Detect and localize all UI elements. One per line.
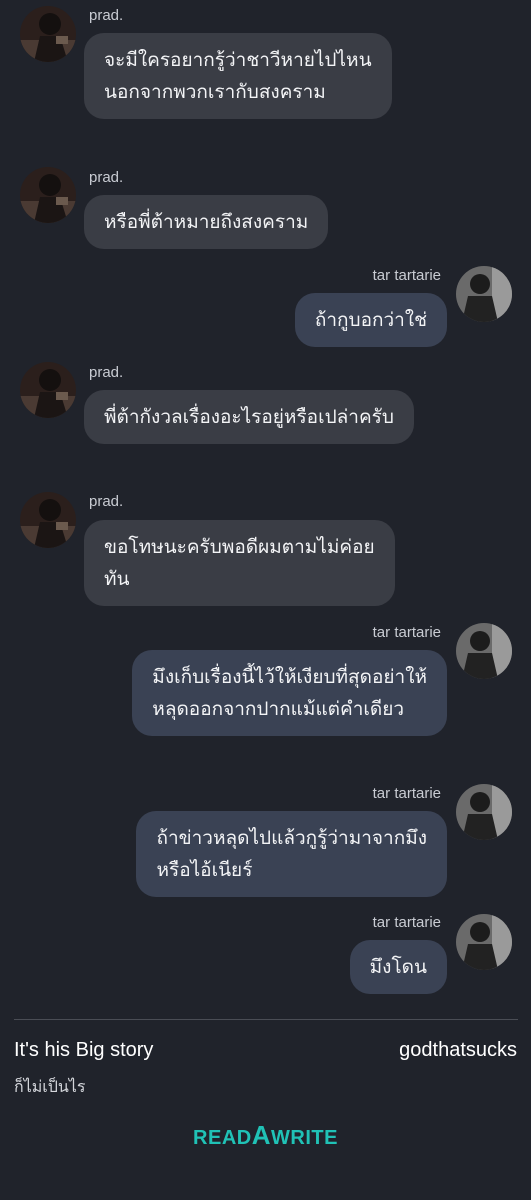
- message-bubble-incoming[interactable]: พี่ต้ากังวลเรื่องอะไรอยู่หรือเปล่าครับ: [84, 390, 414, 444]
- logo-text-write: WRITE: [271, 1127, 338, 1149]
- message-line: นอกจากพวกเรากับสงคราม: [104, 81, 326, 103]
- sender-name: prad.: [89, 364, 124, 381]
- message-line: ทัน: [104, 568, 130, 590]
- avatar-prad[interactable]: [20, 492, 76, 548]
- avatar-tar-tartarie[interactable]: [456, 266, 512, 322]
- avatar-prad[interactable]: [20, 167, 76, 223]
- readawrite-logo[interactable]: READAWRITE: [0, 1120, 531, 1151]
- logo-text-a: A: [251, 1120, 271, 1150]
- sender-name: prad.: [89, 169, 124, 186]
- message-line: หรือพี่ต้าหมายถึงสงคราม: [104, 211, 309, 233]
- logo-text-read: READ: [193, 1127, 252, 1149]
- message-line: ขอโทษนะครับพอดีผมตามไม่ค่อย: [104, 536, 375, 558]
- sender-name: tar tartarie: [372, 267, 441, 284]
- chapter-subtitle: ก็ไม่เป็นไร: [14, 1077, 86, 1096]
- message-line: จะมีใครอยากรู้ว่าชาวีหายไปไหน: [104, 49, 372, 71]
- message-bubble-outgoing[interactable]: มึงเก็บเรื่องนี้ไว้ให้เงียบที่สุดอย่าให้…: [132, 650, 447, 736]
- footer-divider: [14, 1019, 518, 1020]
- sender-name: prad.: [89, 493, 124, 510]
- sender-name: tar tartarie: [372, 624, 441, 641]
- message-line: ถ้าข่าวหลุดไปแล้วกูรู้ว่ามาจากมึง: [156, 827, 427, 849]
- message-line: หลุดออกจากปากแม้แต่คำเดียว: [152, 698, 405, 720]
- avatar-tar-tartarie[interactable]: [456, 784, 512, 840]
- chat-thread: prad. จะมีใครอยากรู้ว่าชาวีหายไปไหน นอกจ…: [0, 0, 531, 1010]
- avatar-prad[interactable]: [20, 6, 76, 62]
- message-bubble-outgoing[interactable]: มึงโดน: [349, 940, 447, 994]
- sender-name: tar tartarie: [372, 785, 441, 802]
- sender-name: prad.: [89, 7, 124, 24]
- message-line: มึงเก็บเรื่องนี้ไว้ให้เงียบที่สุดอย่าให้: [152, 666, 427, 688]
- message-bubble-incoming[interactable]: จะมีใครอยากรู้ว่าชาวีหายไปไหน นอกจากพวกเ…: [84, 33, 392, 119]
- message-line: หรือไอ้เนียร์: [156, 859, 253, 881]
- story-title-link[interactable]: It's his Big story: [14, 1039, 153, 1062]
- avatar-tar-tartarie[interactable]: [456, 623, 512, 679]
- message-bubble-outgoing[interactable]: ถ้ากูบอกว่าใช่: [294, 293, 447, 347]
- sender-name: tar tartarie: [372, 914, 441, 931]
- message-line: พี่ต้ากังวลเรื่องอะไรอยู่หรือเปล่าครับ: [104, 406, 394, 428]
- message-line: ถ้ากูบอกว่าใช่: [314, 309, 427, 331]
- avatar-tar-tartarie[interactable]: [456, 914, 512, 970]
- message-bubble-incoming[interactable]: หรือพี่ต้าหมายถึงสงคราม: [84, 195, 329, 249]
- message-bubble-outgoing[interactable]: ถ้าข่าวหลุดไปแล้วกูรู้ว่ามาจากมึง หรือไอ…: [136, 811, 447, 897]
- avatar-prad[interactable]: [20, 362, 76, 418]
- author-link[interactable]: godthatsucks: [399, 1039, 517, 1062]
- message-line: มึงโดน: [369, 956, 427, 978]
- message-bubble-incoming[interactable]: ขอโทษนะครับพอดีผมตามไม่ค่อย ทัน: [84, 520, 395, 606]
